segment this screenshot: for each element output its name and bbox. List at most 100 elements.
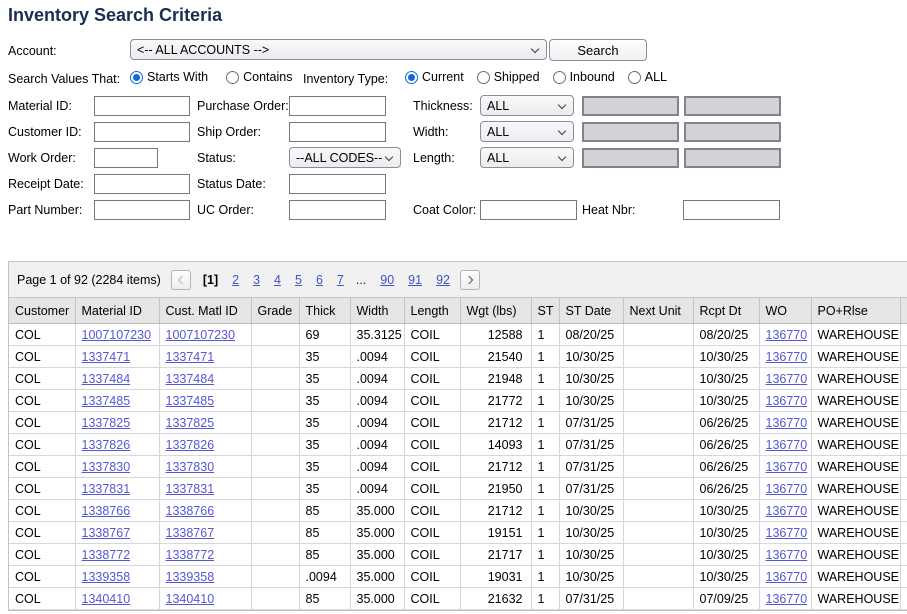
cell-cust_matl_id: 1337826 xyxy=(159,434,251,456)
customer-id-input[interactable] xyxy=(94,122,190,142)
ship-order-input[interactable] xyxy=(289,122,386,142)
pager-page-link[interactable]: 5 xyxy=(295,273,302,287)
wo-link[interactable]: 136770 xyxy=(766,438,808,452)
radio-unselected-icon[interactable] xyxy=(628,71,641,84)
radio-selected-icon[interactable] xyxy=(405,71,418,84)
search-values-option-label: Contains xyxy=(243,70,292,84)
cell-material_id: 1338766 xyxy=(75,500,159,522)
cust_matl_id-link[interactable]: 1337826 xyxy=(166,438,215,452)
pager-page-link[interactable]: 92 xyxy=(436,273,450,287)
cust_matl_id-link[interactable]: 1340410 xyxy=(166,592,215,606)
material_id-link[interactable]: 1337831 xyxy=(82,482,131,496)
cell-po_rlse: WAREHOUSE xyxy=(811,456,900,478)
material_id-link[interactable]: 1337484 xyxy=(82,372,131,386)
cell-st_date: 07/31/25 xyxy=(559,434,623,456)
pager-page-link[interactable]: 3 xyxy=(253,273,260,287)
thickness-select[interactable]: ALL xyxy=(480,95,574,116)
radio-unselected-icon[interactable] xyxy=(553,71,566,84)
material_id-link[interactable]: 1337471 xyxy=(82,350,131,364)
wo-link[interactable]: 136770 xyxy=(766,504,808,518)
pager-page-link[interactable]: 4 xyxy=(274,273,281,287)
pager-ellipsis: ... xyxy=(356,273,366,287)
work-order-input[interactable] xyxy=(94,148,158,168)
cust_matl_id-link[interactable]: 1337484 xyxy=(166,372,215,386)
material_id-link[interactable]: 1340410 xyxy=(82,592,131,606)
wo-link[interactable]: 136770 xyxy=(766,460,808,474)
search-values-option-starts-with[interactable]: Starts With xyxy=(130,70,208,84)
cell-width: 35.3125 xyxy=(350,324,404,346)
receipt-date-input[interactable] xyxy=(94,174,190,194)
pager-page-link[interactable]: 90 xyxy=(380,273,394,287)
search-values-option-contains[interactable]: Contains xyxy=(226,70,292,84)
uc-order-input[interactable] xyxy=(289,200,386,220)
inventory-type-option-shipped[interactable]: Shipped xyxy=(477,70,540,84)
status-select[interactable]: --ALL CODES-- xyxy=(289,147,401,168)
inventory-type-option-inbound[interactable]: Inbound xyxy=(553,70,615,84)
pager-prev-button[interactable] xyxy=(171,270,191,290)
material_id-link[interactable]: 1337825 xyxy=(82,416,131,430)
material_id-link[interactable]: 1337826 xyxy=(82,438,131,452)
length-select[interactable]: ALL xyxy=(480,147,574,168)
radio-unselected-icon[interactable] xyxy=(477,71,490,84)
wo-link[interactable]: 136770 xyxy=(766,592,808,606)
cell-thick: 35 xyxy=(299,390,350,412)
wo-link[interactable]: 136770 xyxy=(766,328,808,342)
wo-link[interactable]: 136770 xyxy=(766,570,808,584)
radio-selected-icon[interactable] xyxy=(130,71,143,84)
pager-page-link[interactable]: 6 xyxy=(316,273,323,287)
cell-rcpt_dt: 06/26/25 xyxy=(693,412,759,434)
cust_matl_id-link[interactable]: 1337471 xyxy=(166,350,215,364)
pager-page-link[interactable]: 7 xyxy=(337,273,344,287)
cell-next_unit xyxy=(623,434,693,456)
radio-unselected-icon[interactable] xyxy=(226,71,239,84)
account-select[interactable]: <-- ALL ACCOUNTS --> xyxy=(130,39,547,60)
material_id-link[interactable]: 1337485 xyxy=(82,394,131,408)
cell-material_id: 1337831 xyxy=(75,478,159,500)
pager-next-button[interactable] xyxy=(460,270,480,290)
inventory-type-option-current[interactable]: Current xyxy=(405,70,464,84)
cell-thick: 85 xyxy=(299,588,350,610)
search-button[interactable]: Search xyxy=(549,39,647,61)
width-select[interactable]: ALL xyxy=(480,121,574,142)
cell-thick: 35 xyxy=(299,478,350,500)
cust_matl_id-link[interactable]: 1337830 xyxy=(166,460,215,474)
cust_matl_id-link[interactable]: 1007107230 xyxy=(166,328,236,342)
cell-thick: 35 xyxy=(299,434,350,456)
pager-page-link[interactable]: 91 xyxy=(408,273,422,287)
cust_matl_id-link[interactable]: 1338772 xyxy=(166,548,215,562)
pager-page-link[interactable]: 2 xyxy=(232,273,239,287)
status-date-input[interactable] xyxy=(289,174,386,194)
cust_matl_id-link[interactable]: 1338767 xyxy=(166,526,215,540)
cust_matl_id-link[interactable]: 1337485 xyxy=(166,394,215,408)
wo-link[interactable]: 136770 xyxy=(766,394,808,408)
material_id-link[interactable]: 1337830 xyxy=(82,460,131,474)
material_id-link[interactable]: 1338766 xyxy=(82,504,131,518)
heat-nbr-input[interactable] xyxy=(683,200,780,220)
part-number-input[interactable] xyxy=(94,200,190,220)
purchase-order-input[interactable] xyxy=(289,96,386,116)
wo-link[interactable]: 136770 xyxy=(766,482,808,496)
cell-material_id: 1339358 xyxy=(75,566,159,588)
wo-link[interactable]: 136770 xyxy=(766,548,808,562)
cell-wo: 136770 xyxy=(759,434,811,456)
material-id-input[interactable] xyxy=(94,96,190,116)
cust_matl_id-link[interactable]: 1337831 xyxy=(166,482,215,496)
cell-thick: 35 xyxy=(299,412,350,434)
material_id-link[interactable]: 1007107230 xyxy=(82,328,152,342)
cust_matl_id-link[interactable]: 1337825 xyxy=(166,416,215,430)
cust_matl_id-link[interactable]: 1339358 xyxy=(166,570,215,584)
material_id-link[interactable]: 1339358 xyxy=(82,570,131,584)
material_id-link[interactable]: 1338767 xyxy=(82,526,131,540)
cust_matl_id-link[interactable]: 1338766 xyxy=(166,504,215,518)
length-from-input-disabled xyxy=(582,148,679,168)
inventory-type-option-all[interactable]: ALL xyxy=(628,70,667,84)
coat-color-input[interactable] xyxy=(480,200,577,220)
wo-link[interactable]: 136770 xyxy=(766,526,808,540)
length-to-input-disabled xyxy=(684,148,781,168)
cell-clipped xyxy=(900,456,907,478)
cell-thick: .0094 xyxy=(299,566,350,588)
wo-link[interactable]: 136770 xyxy=(766,350,808,364)
wo-link[interactable]: 136770 xyxy=(766,372,808,386)
wo-link[interactable]: 136770 xyxy=(766,416,808,430)
material_id-link[interactable]: 1338772 xyxy=(82,548,131,562)
